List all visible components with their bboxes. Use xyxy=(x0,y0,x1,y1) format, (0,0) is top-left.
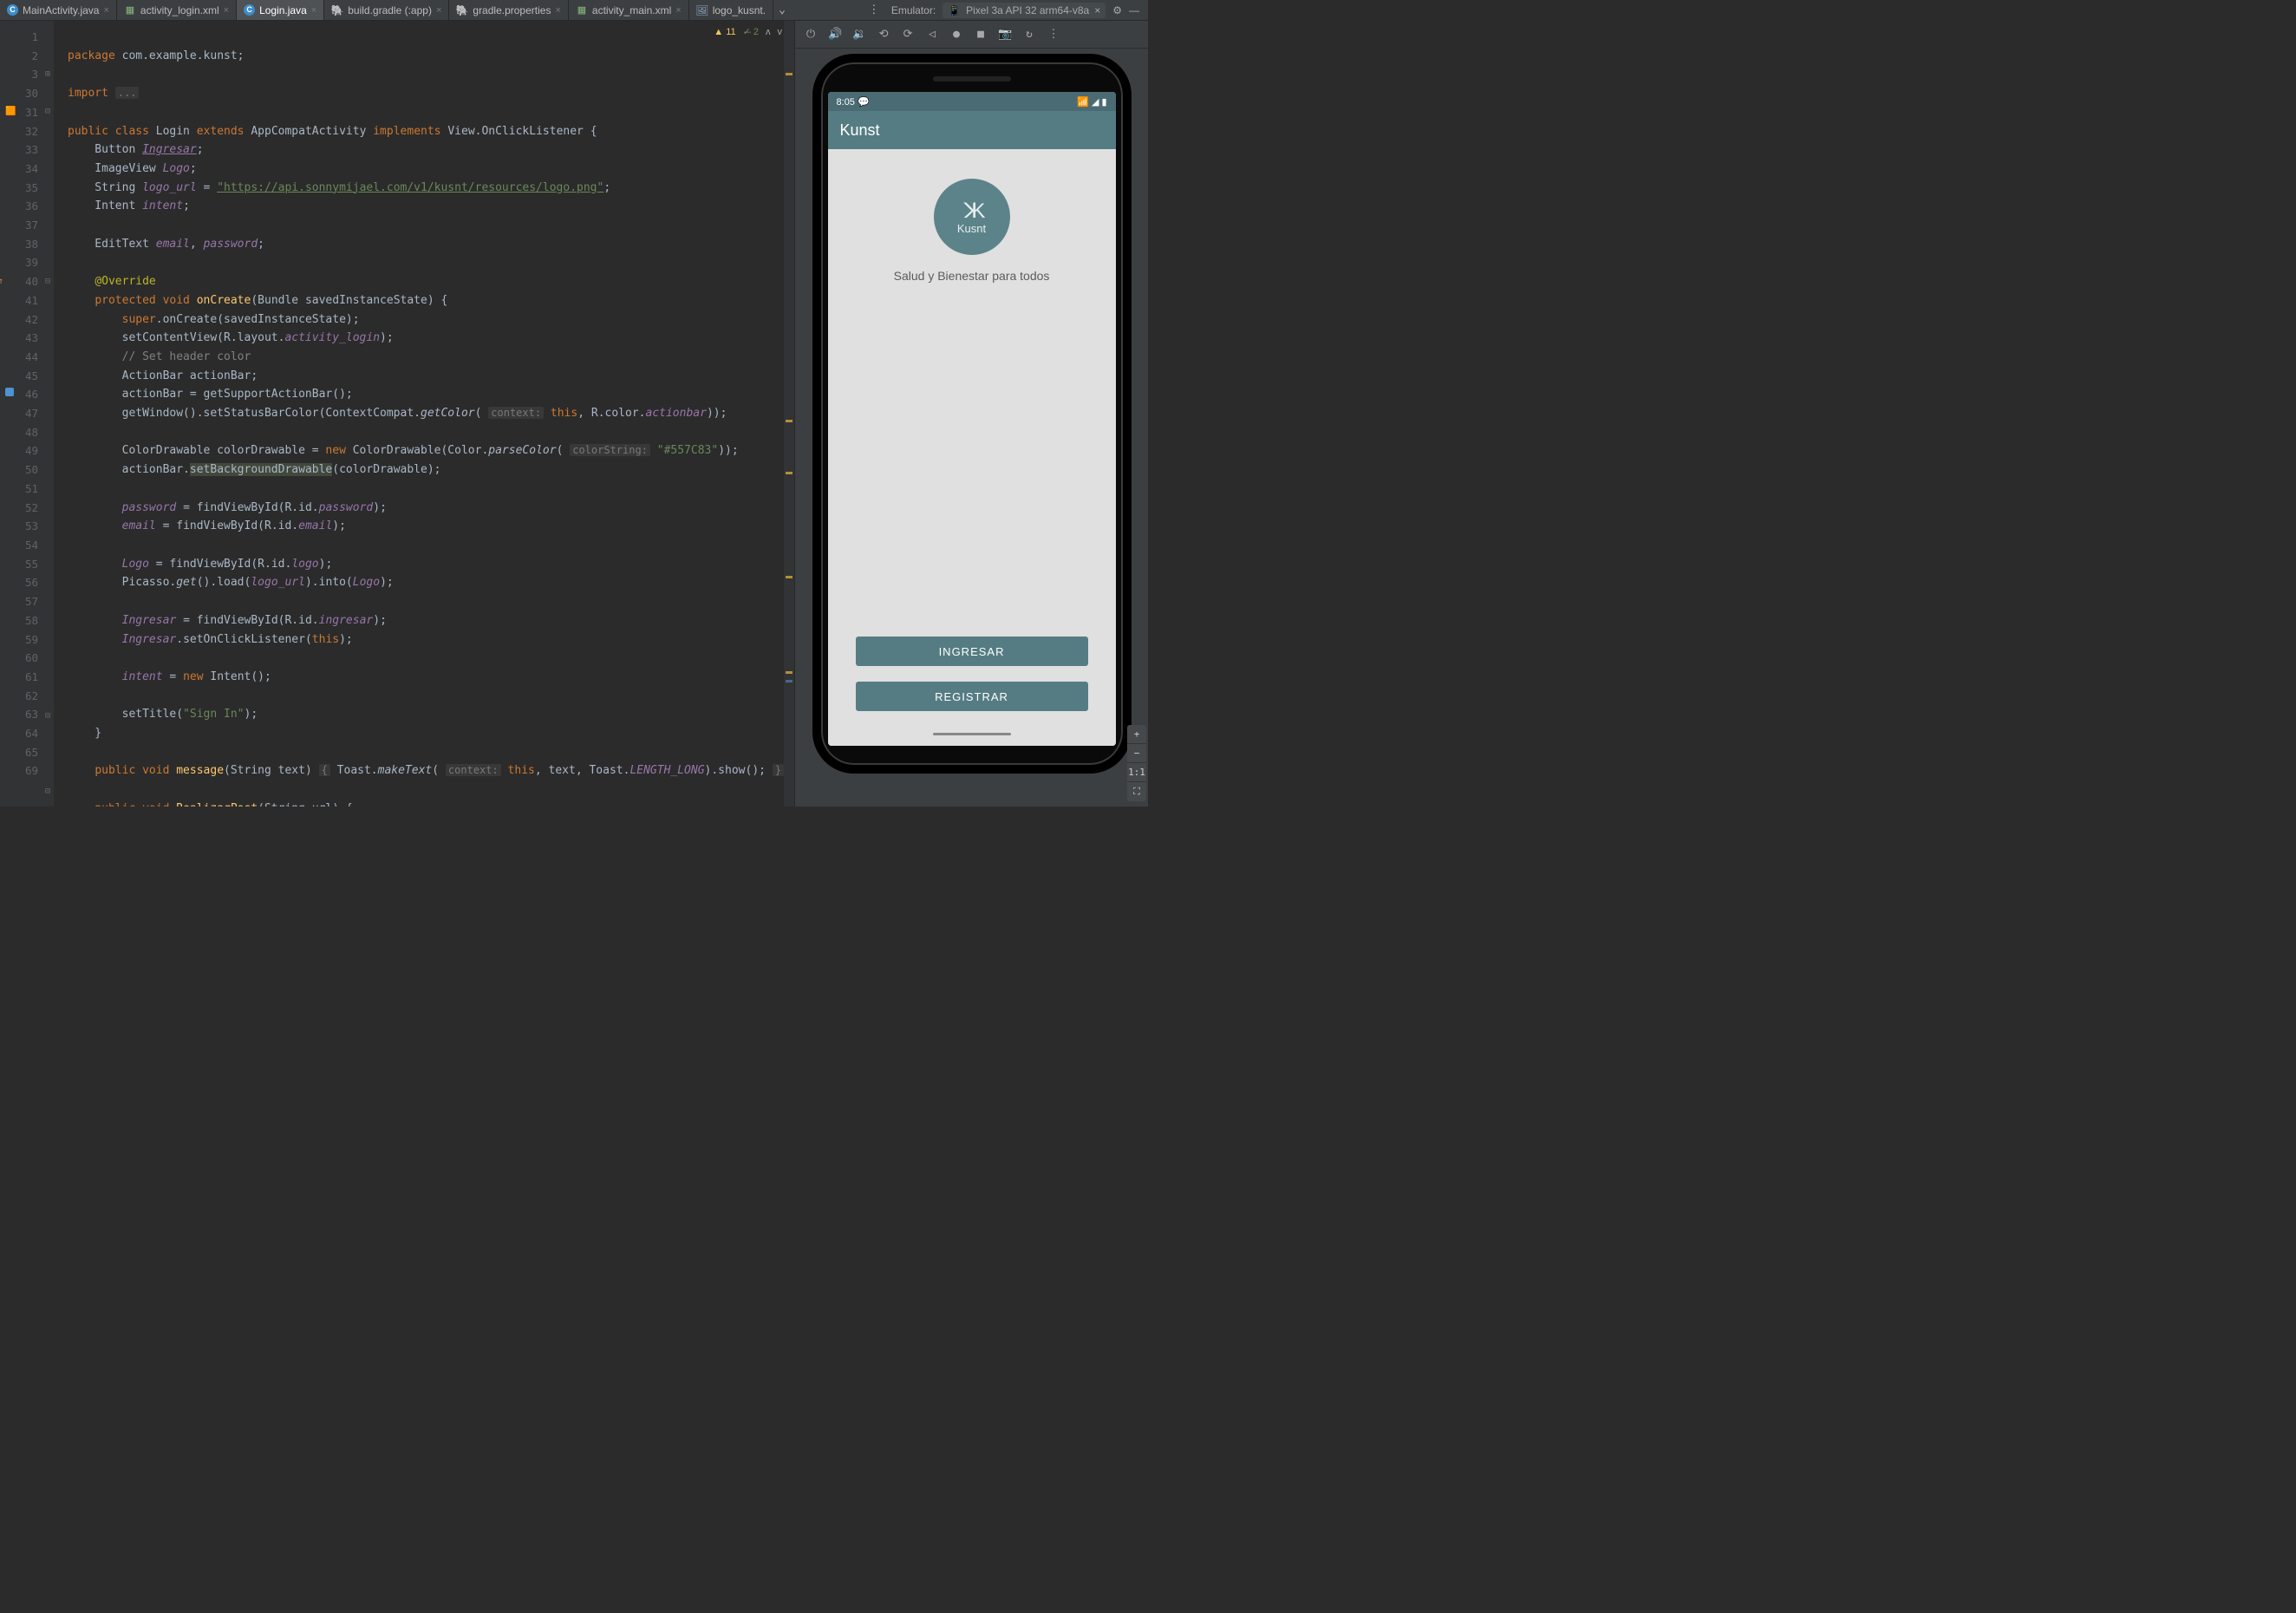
tab-activity-main-xml[interactable]: ▦activity_main.xml× xyxy=(569,0,689,20)
typos-badge[interactable]: ✓̶ 2 xyxy=(743,26,759,37)
class-icon: C xyxy=(244,4,255,16)
tab-gradle-props[interactable]: 🐘gradle.properties× xyxy=(449,0,569,20)
volume-up-icon[interactable]: 🔊 xyxy=(828,28,842,42)
fold-icon[interactable]: ⊞ xyxy=(45,65,50,84)
reload-icon[interactable]: ↻ xyxy=(1022,28,1036,42)
settings-icon[interactable]: ⚙ xyxy=(1112,4,1122,16)
close-icon[interactable]: × xyxy=(555,5,560,16)
minimize-icon[interactable]: — xyxy=(1129,4,1139,16)
image-icon: 🖼 xyxy=(696,4,708,16)
code-editor[interactable]: 1233031323334353637383940414243444546474… xyxy=(0,21,794,806)
back-icon[interactable]: ◁ xyxy=(925,28,939,42)
class-gutter-icon[interactable]: 🟧 xyxy=(5,102,16,113)
fold-icon[interactable]: ⊟ xyxy=(45,272,50,291)
android-statusbar: 8:05 💬 📶 ◢ ▮ xyxy=(828,92,1116,111)
tab-mainactivity[interactable]: CMainActivity.java× xyxy=(0,0,117,20)
rotate-right-icon[interactable]: ⟳ xyxy=(901,28,915,42)
gradle-icon: 🐘 xyxy=(331,4,343,16)
xml-icon: ▦ xyxy=(576,4,588,16)
zoom-controls: + − 1:1 ⛶ xyxy=(1127,725,1146,801)
app-tagline: Salud y Bienestar para todos xyxy=(894,269,1050,283)
tab-build-gradle[interactable]: 🐘build.gradle (:app)× xyxy=(324,0,449,20)
volume-down-icon[interactable]: 🔉 xyxy=(852,28,866,42)
zoom-out-button[interactable]: − xyxy=(1127,744,1146,763)
zoom-actual-button[interactable]: 1:1 xyxy=(1127,763,1146,782)
fold-icon[interactable]: ⊟ xyxy=(45,782,50,801)
tab-logo-image[interactable]: 🖼logo_kusnt. xyxy=(689,0,773,20)
app-title: Kunst xyxy=(840,121,880,140)
screenshot-icon[interactable]: 📷 xyxy=(998,28,1012,42)
android-nav-pill[interactable] xyxy=(933,733,1011,735)
line-gutter: 1233031323334353637383940414243444546474… xyxy=(0,21,54,806)
fold-icon[interactable]: ⊟ xyxy=(45,102,50,121)
next-highlight-icon[interactable]: v xyxy=(778,27,783,37)
home-icon[interactable]: ● xyxy=(949,28,963,42)
class-icon: C xyxy=(7,4,18,16)
device-screen[interactable]: 8:05 💬 📶 ◢ ▮ Kunst ꓘK Kusnt Salud y Bien… xyxy=(828,92,1116,746)
warnings-badge[interactable]: ▲ 11 xyxy=(714,27,735,37)
fold-icon[interactable]: ⊟ xyxy=(45,707,50,726)
zoom-fit-button[interactable]: ⛶ xyxy=(1127,782,1146,801)
device-frame: 8:05 💬 📶 ◢ ▮ Kunst ꓘK Kusnt Salud y Bien… xyxy=(812,54,1132,774)
emulator-label: Emulator: xyxy=(891,4,936,16)
overview-icon[interactable]: ■ xyxy=(974,28,988,42)
device-icon: 📱 xyxy=(948,4,961,16)
code-content[interactable]: package com.example.kunst; import ... pu… xyxy=(54,21,784,806)
close-icon[interactable]: × xyxy=(103,5,108,16)
power-icon[interactable]: ⏻ xyxy=(804,28,818,42)
app-logo: ꓘK Kusnt xyxy=(934,179,1010,255)
rotate-left-icon[interactable]: ⟲ xyxy=(877,28,890,42)
properties-icon: 🐘 xyxy=(456,4,468,16)
tab-overflow-chevron[interactable]: ⌄ xyxy=(773,0,791,20)
breakpoint-icon[interactable] xyxy=(5,388,14,396)
xml-icon: ▦ xyxy=(124,4,136,16)
close-icon[interactable]: × xyxy=(311,5,316,16)
scroll-minimap[interactable] xyxy=(784,21,794,806)
close-icon[interactable]: × xyxy=(436,5,441,16)
tab-more-menu[interactable]: ⋮ xyxy=(865,0,883,20)
phone-speaker xyxy=(933,76,1011,82)
registrar-button[interactable]: REGISTRAR xyxy=(856,682,1088,711)
ingresar-button[interactable]: INGRESAR xyxy=(856,637,1088,666)
editor-tabs: CMainActivity.java× ▦activity_login.xml×… xyxy=(0,0,865,20)
tab-login-java[interactable]: CLogin.java× xyxy=(237,0,324,20)
zoom-in-button[interactable]: + xyxy=(1127,725,1146,744)
app-action-bar: Kunst xyxy=(828,111,1116,149)
emulator-toolbar: ⏻ 🔊 🔉 ⟲ ⟳ ◁ ● ■ 📷 ↻ ⋮ xyxy=(795,21,1148,49)
device-selector[interactable]: 📱 Pixel 3a API 32 arm64-v8a × xyxy=(943,3,1106,18)
tab-activity-login-xml[interactable]: ▦activity_login.xml× xyxy=(117,0,237,20)
close-icon[interactable]: × xyxy=(675,5,681,16)
prev-highlight-icon[interactable]: ʌ xyxy=(766,27,771,37)
close-icon[interactable]: × xyxy=(224,5,229,16)
override-icon[interactable]: ◉↑ xyxy=(0,272,3,283)
more-icon[interactable]: ⋮ xyxy=(1047,28,1060,42)
close-icon[interactable]: × xyxy=(1094,4,1100,16)
